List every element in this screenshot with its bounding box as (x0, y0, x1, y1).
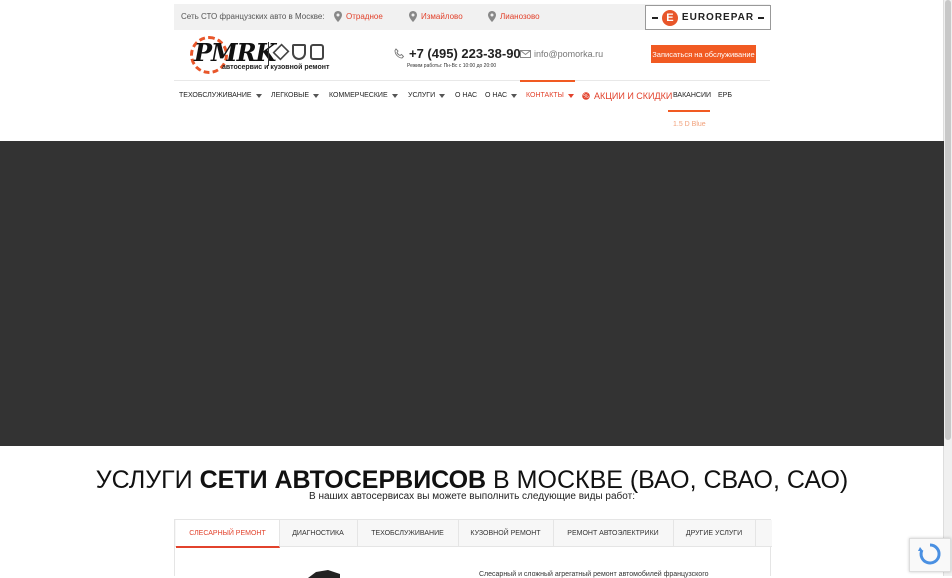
submenu-item[interactable]: 1.5 D Blue (673, 121, 706, 128)
nav-item-promotions[interactable]: % АКЦИИ И СКИДКИ (582, 91, 672, 101)
logo-divider (268, 42, 269, 66)
nav-active-indicator (520, 80, 575, 82)
phone-number[interactable]: +7 (495) 223-38-90 (409, 46, 521, 61)
eurorepar-badge[interactable]: E EUROREPAR (645, 5, 771, 30)
eurorepar-logo-icon: E (661, 9, 678, 26)
caret-down-icon (439, 93, 446, 98)
network-label: Сеть СТО французских авто в Москве: (181, 12, 325, 21)
peugeot-logo-icon (310, 44, 324, 60)
brand-logos (272, 43, 324, 61)
tab-auto-electrics[interactable]: РЕМОНТ АВТОЭЛЕКТРИКИ (553, 520, 674, 546)
nav-item-about-2[interactable]: О НАС (485, 92, 518, 99)
site-logo[interactable]: PMRK автосервис и кузовной ремонт (190, 36, 332, 74)
tab-bar: СЛЕСАРНЫЙ РЕМОНТ ДИАГНОСТИКА ТЕХОБСЛУЖИВ… (175, 520, 772, 548)
svg-text:%: % (583, 93, 589, 100)
location-link-otradnoe[interactable]: Отрадное (334, 11, 383, 22)
email-link[interactable]: info@pomorka.ru (520, 49, 603, 59)
vacancies-indicator (668, 110, 710, 112)
tab-other-services[interactable]: ДРУГИЕ УСЛУГИ (673, 520, 756, 546)
dash-icon (651, 16, 658, 19)
caret-down-icon (567, 93, 574, 98)
working-hours: Режим работы: Пн-Вс с 10:00 до 20:00 (407, 63, 497, 69)
phone-icon (394, 48, 405, 59)
tab-body-repair[interactable]: КУЗОВНОЙ РЕМОНТ (458, 520, 554, 546)
recaptcha-badge[interactable] (909, 538, 951, 572)
nav-item-maintenance[interactable]: ТЕХОБСЛУЖИВАНИЕ (179, 92, 262, 99)
dash-icon (758, 16, 765, 19)
location-link-izmaylovo[interactable]: Измайлово (409, 11, 463, 22)
page-scrollbar[interactable]: ▼ (943, 0, 952, 576)
nav-item-commercial[interactable]: КОММЕРЧЕСКИЕ (329, 92, 398, 99)
recaptcha-icon (918, 543, 941, 565)
tab-mechanical-repair[interactable]: СЛЕСАРНЫЙ РЕМОНТ (176, 520, 280, 548)
tab-diagnostics[interactable]: ДИАГНОСТИКА (279, 520, 358, 546)
tab-maintenance[interactable]: ТЕХОБСЛУЖИВАНИЕ (357, 520, 459, 546)
phone-block[interactable]: +7 (495) 223-38-90 (394, 46, 521, 61)
map-pin-icon (334, 11, 342, 22)
caret-down-icon (511, 93, 518, 98)
signup-button[interactable]: Записаться на обслуживание (651, 45, 756, 63)
caret-down-icon (255, 93, 262, 98)
promo-badge-icon: % (582, 92, 590, 100)
mail-icon (520, 50, 531, 58)
nav-item-services[interactable]: УСЛУГИ (408, 92, 446, 99)
engine-image (308, 570, 340, 578)
eurorepar-label: EUROREPAR (681, 12, 755, 23)
citroen-logo-icon (292, 44, 306, 60)
logo-tagline: автосервис и кузовной ремонт (222, 64, 330, 71)
hero-banner (0, 141, 944, 446)
map-pin-icon (488, 11, 496, 22)
caret-down-icon (313, 93, 320, 98)
caret-down-icon (391, 93, 398, 98)
nav-item-about[interactable]: О НАС (455, 92, 477, 99)
section-subtitle: В наших автосервисах вы можете выполнить… (309, 491, 635, 502)
map-pin-icon (409, 11, 417, 22)
renault-logo-icon (272, 43, 290, 61)
location-link-lianozovo[interactable]: Лианозово (488, 11, 540, 22)
nav-item-contacts[interactable]: КОНТАКТЫ (526, 92, 574, 99)
main-nav: ТЕХОБСЛУЖИВАНИЕ ЛЕГКОВЫЕ КОММЕРЧЕСКИЕ УС… (174, 80, 770, 112)
nav-item-vacancies[interactable]: ВАКАНСИИ (673, 92, 711, 99)
nav-item-passenger[interactable]: ЛЕГКОВЫЕ (271, 92, 320, 99)
services-tabs: СЛЕСАРНЫЙ РЕМОНТ ДИАГНОСТИКА ТЕХОБСЛУЖИВ… (174, 519, 772, 578)
nav-item-erb[interactable]: EPБ (718, 92, 732, 99)
tab-content-text: Слесарный и сложный агрегатный ремонт ав… (479, 571, 709, 578)
logo-wordmark: PMRK (194, 38, 276, 67)
scrollbar-thumb[interactable] (945, 0, 951, 440)
